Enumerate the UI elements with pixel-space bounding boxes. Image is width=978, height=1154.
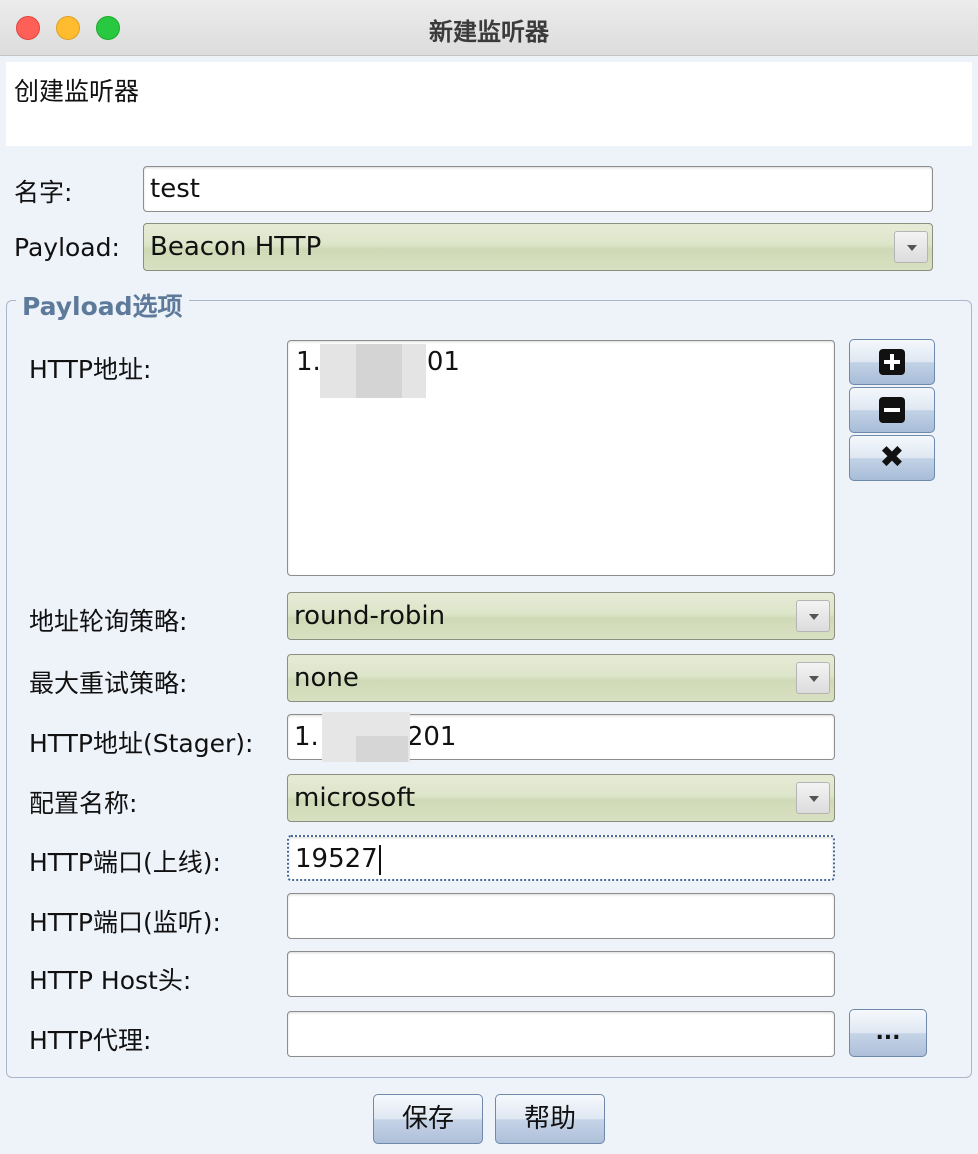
port-bind-input[interactable] <box>287 893 835 939</box>
window-title: 新建监听器 <box>429 18 549 46</box>
redacted-region <box>356 344 402 398</box>
port-c2-input[interactable]: 19527 <box>287 835 835 881</box>
stager-host-label: HTTP地址(Stager): <box>29 729 254 758</box>
payload-options-legend: Payload选项 <box>16 287 189 323</box>
help-button[interactable]: 帮助 <box>495 1094 605 1144</box>
title-bar: 新建监听器 <box>0 0 978 56</box>
minus-icon <box>879 397 905 423</box>
proxy-settings-button[interactable]: ... <box>849 1009 927 1057</box>
profile-select[interactable]: microsoft <box>287 774 835 822</box>
chevron-down-icon[interactable] <box>894 231 928 263</box>
host-header-input[interactable] <box>287 951 835 997</box>
max-retry-select-value: none <box>294 663 359 693</box>
dialog-banner: 创建监听器 <box>6 62 972 146</box>
chevron-down-icon[interactable] <box>796 662 830 694</box>
stager-host-prefix: 1. <box>294 722 319 752</box>
banner-text: 创建监听器 <box>14 77 140 106</box>
host-header-label: HTTP Host头: <box>29 966 192 995</box>
http-host-entry-prefix: 1. <box>296 347 321 377</box>
remove-host-button[interactable] <box>849 387 935 433</box>
proxy-label: HTTP代理: <box>29 1026 152 1055</box>
max-retry-select[interactable]: none <box>287 654 835 702</box>
proxy-input[interactable] <box>287 1011 835 1057</box>
payload-select[interactable]: Beacon HTTP <box>143 223 933 271</box>
stager-host-suffix: 201 <box>406 722 457 752</box>
chevron-down-icon[interactable] <box>796 782 830 814</box>
profile-select-value: microsoft <box>294 783 416 813</box>
name-input[interactable]: test <box>143 166 933 212</box>
port-bind-label: HTTP端口(监听): <box>29 908 221 937</box>
rotation-label: 地址轮询策略: <box>29 607 188 636</box>
max-retry-label: 最大重试策略: <box>29 669 188 698</box>
profile-label: 配置名称: <box>29 789 138 818</box>
add-host-button[interactable] <box>849 339 935 385</box>
redacted-region <box>356 736 408 762</box>
payload-select-value: Beacon HTTP <box>150 232 322 262</box>
rotation-select[interactable]: round-robin <box>287 592 835 640</box>
chevron-down-icon[interactable] <box>796 600 830 632</box>
name-label: 名字: <box>14 178 73 207</box>
clear-hosts-button[interactable]: ✖ <box>849 435 935 481</box>
plus-icon <box>879 349 905 375</box>
port-c2-label: HTTP端口(上线): <box>29 848 221 877</box>
close-icon: ✖ <box>879 440 905 475</box>
http-hosts-label: HTTP地址: <box>29 355 152 384</box>
payload-label: Payload: <box>14 233 120 262</box>
save-button[interactable]: 保存 <box>373 1094 483 1144</box>
rotation-select-value: round-robin <box>294 601 446 631</box>
port-c2-value: 19527 <box>295 844 378 874</box>
http-host-entry-suffix: 01 <box>426 347 460 377</box>
text-caret <box>378 844 381 875</box>
